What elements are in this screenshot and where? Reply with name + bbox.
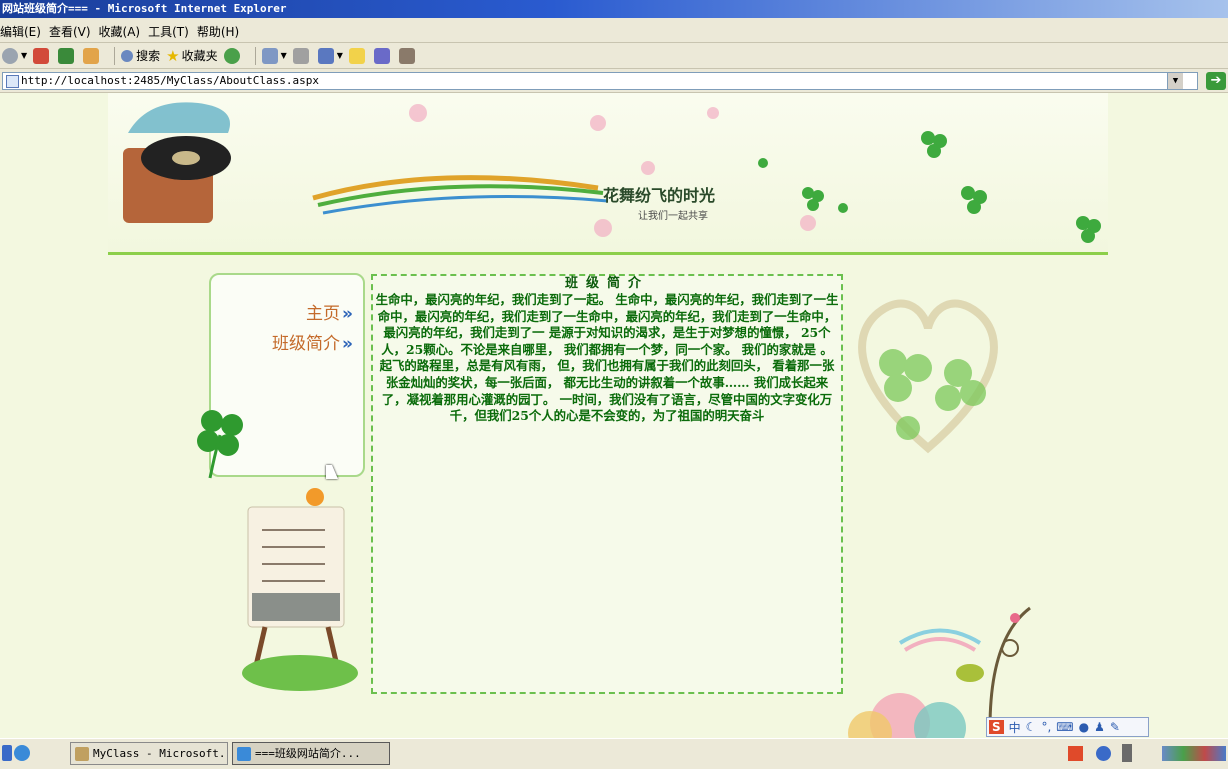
mail-icon [261,47,278,64]
double-chevron-icon: » [342,334,353,354]
shirt-icon[interactable]: ♟ [1094,720,1105,734]
content-title: 班级简介 [564,276,649,291]
ime-mode-label[interactable]: 中 [1009,719,1021,736]
search-icon [121,49,134,62]
site-banner: 花舞纷飞的时光 让我们一起共享 [108,93,1108,253]
go-arrow-icon: ➔ [1210,73,1222,88]
menu-favorites[interactable]: 收藏(A) [99,23,149,40]
menu-bar: 编辑(E) 查看(V) 收藏(A) 工具(T) 帮助(H) [0,20,1228,43]
banner-slogan: 花舞纷飞的时光 [603,186,715,205]
print-icon [292,47,309,64]
wrench-icon[interactable]: ✎ [1110,720,1120,734]
toolbar-divider [254,46,256,65]
show-desktop-icon[interactable] [2,745,12,761]
menu-edit[interactable]: 编辑(E) [0,23,49,40]
ie-quicklaunch-icon[interactable] [14,745,30,761]
dropdown-caret-icon: ▼ [21,51,28,60]
mail-button[interactable]: ▼ [261,45,287,67]
help-tray-icon[interactable] [1096,746,1111,761]
home-button[interactable] [83,45,102,67]
window-title: 网站班级简介=== - Microsoft Internet Explorer [2,2,287,15]
refresh-button[interactable] [58,45,77,67]
banner-divider [108,252,1108,255]
heart-clover-icon [858,299,998,454]
favorites-button[interactable]: ★ 收藏夹 [166,45,217,67]
back-button[interactable]: ▼ [2,45,27,67]
user-icon[interactable]: ● [1079,720,1089,734]
search-button[interactable]: 搜索 [121,45,160,67]
media-button[interactable] [223,45,243,67]
nav-item-home[interactable]: 主页» [306,299,353,324]
edit-icon [317,47,334,64]
address-bar: http://localhost:2485/MyClass/AboutClass… [0,70,1228,93]
stop-icon [33,47,50,64]
print-button[interactable] [292,45,312,67]
four-leaf-clover-icon [197,410,243,479]
address-dropdown-icon[interactable]: ▼ [1167,73,1183,89]
moon-icon[interactable]: ☾ [1026,720,1037,734]
content-body: 生命中，最闪亮的年纪，我们走到了一起。 生命中，最闪亮的年纪，我们走到了一生命中… [375,292,839,424]
sogou-logo-icon: S [989,720,1004,734]
menu-view[interactable]: 查看(V) [49,23,99,40]
messenger-icon [398,47,415,64]
toolbar: ▼ 搜索 ★ 收藏夹 ▼ ▼ [0,43,1228,69]
taskbar-button-label: ===班级网站简介... [255,747,361,760]
double-chevron-icon: » [342,304,353,324]
discuss-button[interactable] [348,45,368,67]
home-icon [83,47,100,64]
taskbar-button-label: MyClass - Microsoft... [93,747,228,760]
address-input[interactable]: http://localhost:2485/MyClass/AboutClass… [2,72,1198,90]
refresh-icon [58,47,75,64]
toolbar-divider [114,46,116,65]
mouse-cursor-icon [326,465,338,479]
taskbar-button-myclass[interactable]: MyClass - Microsoft... [70,742,228,765]
discuss-icon [348,47,365,64]
horn-icon [128,102,230,133]
nav-item-label: 主页 [306,304,341,324]
banner-artwork: 花舞纷飞的时光 让我们一起共享 [123,102,1101,243]
taskbar-button-class-site[interactable]: ===班级网站简介... [232,742,390,765]
window-title-bar: 网站班级简介=== - Microsoft Internet Explorer [0,0,1228,18]
dropdown-caret-icon: ▼ [280,51,287,60]
stop-button[interactable] [33,45,52,67]
favorites-label: 收藏夹 [181,49,218,63]
network-tray-icon[interactable] [1122,744,1132,762]
page-icon [6,75,19,88]
research-icon [373,47,390,64]
ime-toolbar[interactable]: S 中 ☾ °, ⌨ ● ♟ ✎ [986,717,1149,737]
ie-icon [237,747,251,761]
menu-help[interactable]: 帮助(H) [197,23,247,40]
go-button[interactable]: ➔ [1206,72,1226,90]
edit-button[interactable]: ▼ [317,45,343,67]
research-button[interactable] [373,45,393,67]
sogou-tray-icon[interactable] [1068,746,1083,761]
page-viewport: 花舞纷飞的时光 让我们一起共享 主页» 班级简介» 班级简介 生命中，最闪亮的年… [0,93,1228,738]
menu-tools[interactable]: 工具(T) [148,23,197,40]
punctuation-icon[interactable]: °, [1041,720,1051,734]
dropdown-caret-icon: ▼ [336,51,343,60]
back-arrow-icon [2,47,18,64]
taskbar: MyClass - Microsoft... ===班级网站简介... [0,738,1228,769]
media-icon [223,47,240,64]
banner-subslogan: 让我们一起共享 [638,209,708,222]
search-label: 搜索 [136,49,161,63]
nav-item-label: 班级简介 [272,334,341,354]
star-icon: ★ [166,46,180,65]
system-tray-icons[interactable] [1162,746,1226,761]
messenger-button[interactable] [398,45,418,67]
easel-sign-icon [242,488,358,691]
nav-item-class-intro[interactable]: 班级简介» [272,329,353,354]
keyboard-icon[interactable]: ⌨ [1056,720,1073,734]
address-url: http://localhost:2485/MyClass/AboutClass… [21,74,320,87]
ie-icon [75,747,89,761]
